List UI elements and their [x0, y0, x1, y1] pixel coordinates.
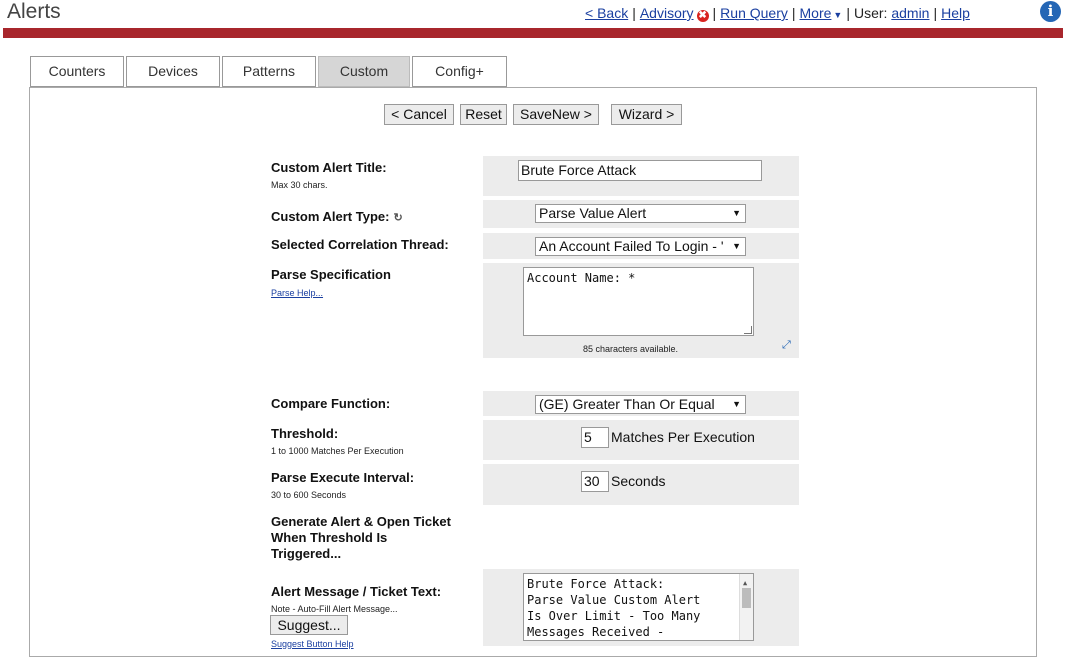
interval-unit: Seconds	[611, 473, 666, 489]
top-navigation: < Back | Advisory ✖ | Run Query | More ▼ | User: a…	[585, 5, 970, 22]
more-menu[interactable]: More	[800, 5, 832, 21]
alert-title-label: Custom Alert Title:	[271, 160, 387, 175]
threshold-unit: Matches Per Execution	[611, 429, 755, 445]
suggest-button[interactable]: Suggest...	[270, 615, 348, 635]
wizard-button[interactable]: Wizard >	[611, 104, 682, 125]
tab-config[interactable]: Config+	[412, 56, 507, 87]
parse-help-link[interactable]: Parse Help...	[271, 288, 323, 298]
alert-type-label: Custom Alert Type: ↻	[271, 209, 403, 226]
dropdown-arrow-icon: ▼	[732, 208, 741, 218]
alert-message-hint: Note - Auto-Fill Alert Message...	[271, 604, 398, 614]
alert-type-label-text: Custom Alert Type:	[271, 209, 390, 224]
compare-function-select[interactable]: (GE) Greater Than Or Equal ▼	[535, 395, 746, 414]
chevron-down-icon[interactable]: ▼	[833, 10, 842, 20]
alert-title-hint: Max 30 chars.	[271, 180, 328, 190]
compare-function-label: Compare Function:	[271, 396, 391, 411]
compare-function-value: (GE) Greater Than Or Equal	[539, 396, 715, 412]
tab-custom[interactable]: Custom	[318, 56, 410, 87]
user-link[interactable]: admin	[891, 5, 929, 21]
tab-devices[interactable]: Devices	[126, 56, 220, 87]
generate-heading-line1: Generate Alert & Open Ticket	[271, 514, 451, 529]
dropdown-arrow-icon: ▼	[732, 399, 741, 409]
run-query-link[interactable]: Run Query	[720, 5, 788, 21]
help-link[interactable]: Help	[941, 5, 970, 21]
tab-counters[interactable]: Counters	[30, 56, 124, 87]
info-icon[interactable]: i	[1040, 1, 1061, 22]
generate-heading-line3: Triggered...	[271, 546, 342, 561]
header-divider	[3, 28, 1063, 38]
parse-spec-value: Account Name: *	[527, 271, 636, 285]
reset-button[interactable]: Reset	[460, 104, 507, 125]
expand-icon[interactable]: ⤢	[782, 340, 793, 351]
cancel-button[interactable]: < Cancel	[384, 104, 454, 125]
alert-message-textarea[interactable]: Brute Force Attack: Parse Value Custom A…	[523, 573, 754, 641]
alert-type-value: Parse Value Alert	[539, 205, 647, 221]
tab-patterns[interactable]: Patterns	[222, 56, 316, 87]
parse-spec-label: Parse Specification	[271, 267, 391, 282]
suggest-help-link[interactable]: Suggest Button Help	[271, 639, 354, 649]
generate-heading-line2: When Threshold Is	[271, 530, 388, 545]
back-link[interactable]: < Back	[585, 5, 628, 21]
correlation-thread-select[interactable]: An Account Failed To Login - ' ▼	[535, 237, 746, 256]
interval-input[interactable]: 30	[581, 471, 609, 492]
page-title: Alerts	[7, 0, 61, 23]
threshold-hint: 1 to 1000 Matches Per Execution	[271, 446, 404, 456]
alert-type-select[interactable]: Parse Value Alert ▼	[535, 204, 746, 223]
save-new-button[interactable]: SaveNew >	[513, 104, 599, 125]
correlation-thread-value: An Account Failed To Login - '	[539, 238, 724, 254]
chars-available-text: 85 characters available.	[583, 344, 679, 354]
parse-spec-textarea[interactable]: Account Name: *	[523, 267, 754, 336]
advisory-link[interactable]: Advisory	[640, 5, 694, 21]
interval-hint: 30 to 600 Seconds	[271, 490, 347, 500]
scrollbar-thumb[interactable]	[742, 588, 751, 608]
interval-label: Parse Execute Interval:	[271, 470, 415, 485]
threshold-label: Threshold:	[271, 426, 339, 441]
advisory-alert-icon[interactable]: ✖	[696, 10, 709, 22]
resize-grip-icon[interactable]	[744, 326, 752, 334]
dropdown-arrow-icon: ▼	[732, 241, 741, 251]
textarea-scrollbar[interactable]: ▲	[739, 574, 753, 640]
correlation-thread-label: Selected Correlation Thread:	[271, 237, 449, 252]
alert-message-label: Alert Message / Ticket Text:	[271, 584, 442, 599]
alert-message-value: Brute Force Attack: Parse Value Custom A…	[527, 577, 701, 639]
user-prefix: User:	[853, 5, 888, 21]
alert-title-input[interactable]: Brute Force Attack	[518, 160, 762, 181]
refresh-icon[interactable]: ↻	[393, 210, 402, 226]
threshold-input[interactable]: 5	[581, 427, 609, 448]
